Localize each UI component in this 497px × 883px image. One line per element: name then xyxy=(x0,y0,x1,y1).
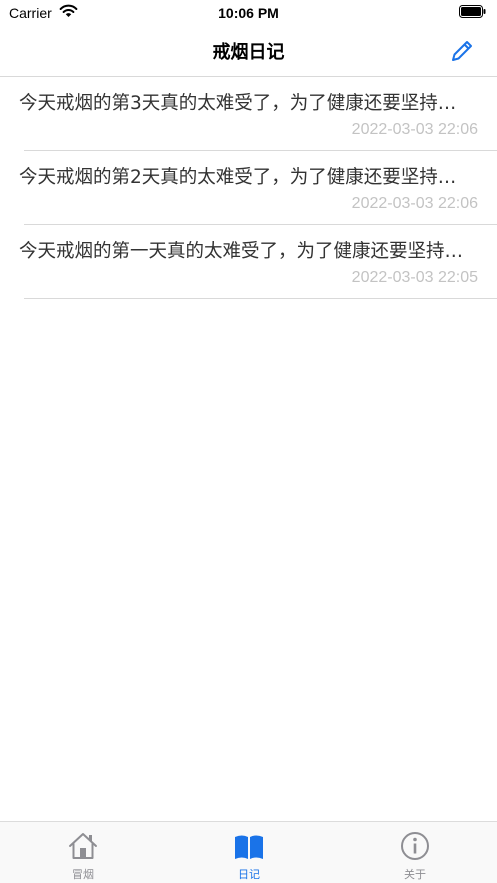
book-icon xyxy=(235,835,263,859)
tab-label: 日记 xyxy=(238,868,260,881)
house-icon xyxy=(69,833,97,859)
battery-icon xyxy=(459,5,486,18)
page-title: 戒烟日记 xyxy=(212,42,285,63)
status-bar: Carrier 10:06 PM xyxy=(0,0,497,26)
tab-diary[interactable]: 日记 xyxy=(166,822,332,883)
diary-list: 今天戒烟的第3天真的太难受了，为了健康还要坚持下去 2022-03-03 22:… xyxy=(0,76,497,299)
tab-label: 冒烟 xyxy=(72,868,94,881)
tab-about[interactable]: 关于 xyxy=(332,822,497,883)
list-item[interactable]: 今天戒烟的第2天真的太难受了，为了健康还要坚持下去 2022-03-03 22:… xyxy=(0,151,497,225)
entry-title: 今天戒烟的第2天真的太难受了，为了健康还要坚持下去 xyxy=(19,167,474,188)
entry-title: 今天戒烟的第一天真的太难受了，为了健康还要坚持下去 xyxy=(19,241,474,262)
pencil-icon xyxy=(452,41,472,61)
entry-timestamp: 2022-03-03 22:06 xyxy=(351,121,478,138)
navigation-bar: 戒烟日记 xyxy=(0,26,497,76)
compose-button[interactable] xyxy=(449,38,475,64)
tab-bar: 冒烟 日记 关于 xyxy=(0,821,497,883)
list-item[interactable]: 今天戒烟的第一天真的太难受了，为了健康还要坚持下去 2022-03-03 22:… xyxy=(0,225,497,299)
info-icon xyxy=(401,832,429,860)
entry-timestamp: 2022-03-03 22:06 xyxy=(351,195,478,212)
list-item[interactable]: 今天戒烟的第3天真的太难受了，为了健康还要坚持下去 2022-03-03 22:… xyxy=(0,77,497,151)
status-time: 10:06 PM xyxy=(218,5,279,21)
tab-smoke[interactable]: 冒烟 xyxy=(0,822,166,883)
tab-label: 关于 xyxy=(404,868,426,881)
entry-title: 今天戒烟的第3天真的太难受了，为了健康还要坚持下去 xyxy=(19,93,474,114)
screen: Carrier 10:06 PM 戒烟日记 今天戒烟的第3天真的太难受了，为了健… xyxy=(0,0,497,883)
entry-timestamp: 2022-03-03 22:05 xyxy=(351,269,478,286)
